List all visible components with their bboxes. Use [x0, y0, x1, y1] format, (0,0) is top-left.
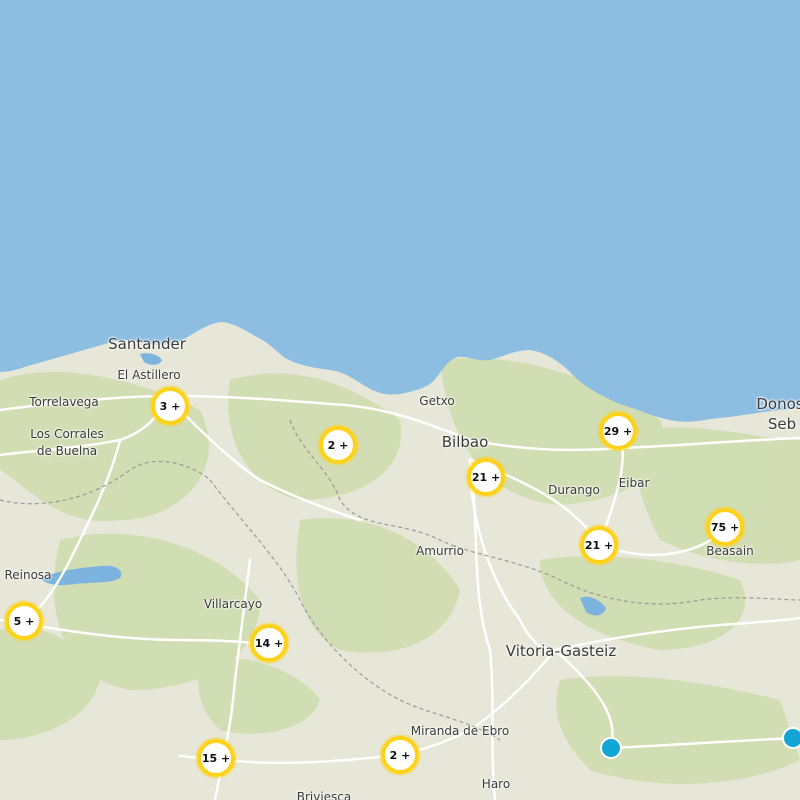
place-label-vitoria-gasteiz: Vitoria-Gasteiz: [505, 642, 617, 660]
place-label-santander: Santander: [108, 335, 186, 353]
place-label-villarcayo: Villarcayo: [203, 597, 263, 611]
place-label-eibar: Eibar: [618, 476, 650, 490]
cluster-count: 21 +: [584, 538, 614, 552]
cluster-count: 2 +: [327, 438, 349, 452]
place-label-donos: Donos: [756, 395, 800, 413]
place-label-getxo: Getxo: [419, 394, 455, 408]
cluster-count: 5 +: [13, 614, 35, 628]
place-label-durango: Durango: [548, 483, 600, 497]
map-viewport[interactable]: Santander El Astillero Torrelavega Los C…: [0, 0, 800, 800]
place-label-torrelavega: Torrelavega: [29, 395, 99, 409]
cluster-marker[interactable]: 3 +: [151, 387, 189, 425]
place-label-briviesca: Briviesca: [296, 790, 352, 800]
cluster-marker[interactable]: 21 +: [580, 526, 618, 564]
cluster-count: 75 +: [710, 520, 740, 534]
place-label-line: Los Corrales: [30, 427, 104, 441]
place-label-miranda-de-ebro: Miranda de Ebro: [410, 724, 510, 738]
place-label-seb: Seb: [767, 415, 797, 433]
location-marker-icon[interactable]: [782, 727, 800, 749]
cluster-count: 21 +: [471, 470, 501, 484]
cluster-marker[interactable]: 15 +: [197, 739, 235, 777]
location-marker-icon[interactable]: [600, 737, 622, 759]
place-label-los-corrales-de-buelna: Los Corrales de Buelna: [30, 426, 104, 460]
cluster-marker[interactable]: 75 +: [706, 508, 744, 546]
cluster-marker[interactable]: 21 +: [467, 458, 505, 496]
place-label-haro: Haro: [481, 777, 511, 791]
place-label-bilbao: Bilbao: [441, 433, 489, 451]
place-label-el-astillero: El Astillero: [117, 368, 181, 382]
place-label-amurrio: Amurrio: [416, 544, 464, 558]
cluster-count: 15 +: [201, 751, 231, 765]
place-label-line: de Buelna: [36, 444, 98, 458]
cluster-count: 2 +: [389, 748, 411, 762]
cluster-marker[interactable]: 2 +: [381, 736, 419, 774]
cluster-count: 14 +: [254, 636, 284, 650]
cluster-marker[interactable]: 5 +: [5, 602, 43, 640]
place-label-reinosa: Reinosa: [4, 568, 52, 582]
cluster-marker[interactable]: 2 +: [319, 426, 357, 464]
cluster-count: 29 +: [603, 424, 633, 438]
cluster-marker[interactable]: 14 +: [250, 624, 288, 662]
cluster-count: 3 +: [159, 399, 181, 413]
place-label-beasain: Beasain: [706, 544, 754, 558]
basemap: [0, 0, 800, 800]
cluster-marker[interactable]: 29 +: [599, 412, 637, 450]
